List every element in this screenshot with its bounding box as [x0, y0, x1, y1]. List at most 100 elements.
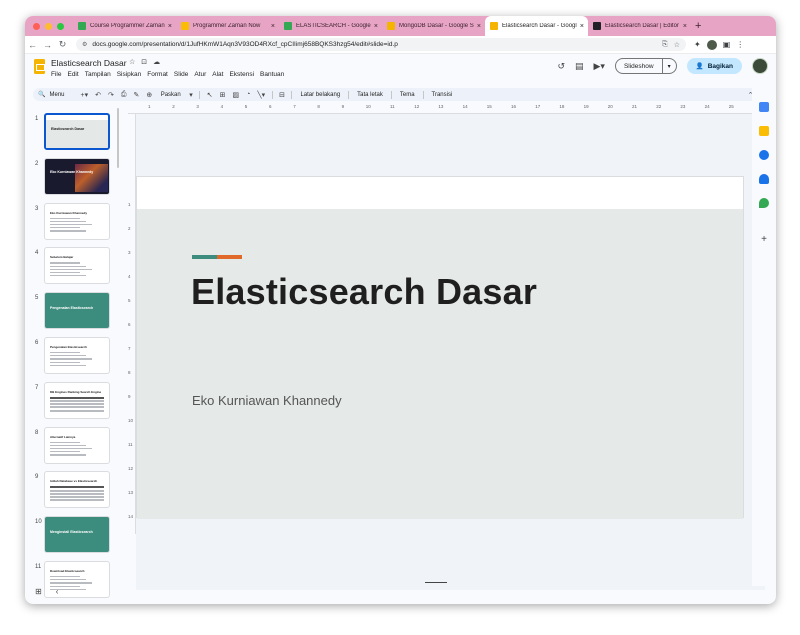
share-button[interactable]: 👤 Bagikan	[686, 58, 742, 74]
transition-button[interactable]: Transisi	[427, 92, 458, 98]
side-panel-icon[interactable]: ▣	[723, 40, 731, 49]
meet-icon[interactable]: ▶▾	[594, 61, 605, 72]
menu-item[interactable]: Ekstensi	[229, 71, 254, 78]
browser-tab[interactable]: Programmer Zaman Now ×	[176, 16, 279, 36]
print-icon[interactable]: ⎙	[117, 91, 130, 99]
extensions-icon[interactable]: ✦	[694, 40, 701, 49]
tab-close-icon[interactable]: ×	[477, 23, 481, 30]
document-title[interactable]: Elasticsearch Dasar	[51, 58, 127, 68]
menu-item[interactable]: File	[51, 71, 61, 78]
filmstrip-slide[interactable]: 8 Alternatif Lainnya	[25, 426, 125, 467]
slide-thumbnail[interactable]: Eko Kurniawan Khannedy	[44, 202, 110, 240]
browser-tab[interactable]: Elasticsearch Dasar - Google ×	[485, 16, 588, 36]
text-box-icon[interactable]: ⊞	[216, 91, 229, 99]
tab-close-icon[interactable]: ×	[168, 23, 172, 30]
tasks-icon[interactable]	[759, 150, 769, 160]
site-info-icon[interactable]: ⚙	[82, 41, 87, 48]
menu-item[interactable]: Edit	[67, 71, 78, 78]
zoom-select[interactable]: Paskan	[156, 92, 186, 98]
history-icon[interactable]: ↺	[557, 61, 565, 72]
tab-close-icon[interactable]: ×	[271, 23, 275, 30]
menu-item[interactable]: Sisipkan	[117, 71, 142, 78]
slide-thumbnail[interactable]: Pengenalan Elasticsearch	[44, 292, 110, 330]
profile-avatar-small[interactable]	[706, 39, 717, 50]
zoom-icon[interactable]: ⊕	[143, 91, 156, 99]
paint-format-icon[interactable]: ✎	[130, 91, 143, 99]
maximize-window-icon[interactable]	[57, 22, 64, 30]
comment-add-icon[interactable]: ⊟	[276, 91, 289, 99]
layout-button[interactable]: Tata letak	[352, 92, 388, 98]
tab-close-icon[interactable]: ×	[374, 23, 378, 30]
select-cursor-icon[interactable]: ↖	[203, 91, 216, 99]
slide[interactable]: Elasticsearch Dasar Eko Kurniawan Khanne…	[136, 176, 744, 519]
calendar-icon[interactable]	[759, 102, 769, 112]
filmstrip-slide[interactable]: 5 Pengenalan Elasticsearch	[25, 292, 125, 332]
slideshow-label[interactable]: Slideshow	[616, 59, 663, 73]
slides-logo-icon[interactable]	[34, 59, 45, 74]
new-tab-button[interactable]: +	[695, 20, 701, 32]
filmstrip-slide[interactable]: 3 Eko Kurniawan Khannedy	[25, 202, 125, 243]
image-icon[interactable]: ▨	[229, 91, 243, 99]
maps-icon[interactable]	[759, 198, 769, 208]
browser-tab[interactable]: Elasticsearch Dasar | Editor - Sc×	[588, 16, 691, 36]
browser-tab[interactable]: MongoDB Dasar - Google Slide×	[382, 16, 485, 36]
vertical-ruler[interactable]: 1 2 3 4 5 6 7 8 9 10 11 12 13 14	[125, 114, 136, 534]
menu-item[interactable]: Slide	[174, 71, 188, 78]
tab-close-icon[interactable]: ×	[683, 23, 687, 30]
get-addons-icon[interactable]: +	[761, 234, 767, 245]
filmstrip-scrollbar[interactable]	[117, 108, 119, 168]
line-icon[interactable]: ╲▾	[254, 91, 269, 99]
menu-item[interactable]: Alat	[212, 71, 223, 78]
contacts-icon[interactable]	[759, 174, 769, 184]
speaker-notes-handle[interactable]	[425, 582, 447, 583]
install-icon[interactable]: ⎘	[662, 41, 668, 49]
menu-item[interactable]: Format	[147, 71, 168, 78]
menu-item[interactable]: Bantuan	[260, 71, 284, 78]
slide-thumbnail[interactable]: Pengenalan Elasticsearch	[44, 337, 110, 374]
collapse-filmstrip-icon[interactable]: ‹	[56, 587, 59, 596]
slide-thumbnail[interactable]: Alternatif Lainnya	[44, 426, 110, 464]
close-window-icon[interactable]	[33, 22, 40, 30]
browser-tab[interactable]: ELASTICSEARCH - Google Dri×	[279, 16, 382, 36]
filmstrip-slide[interactable]: 1 Elasticsearch Dasar	[25, 113, 125, 153]
browser-menu-icon[interactable]: ⋮	[736, 40, 744, 49]
menu-item[interactable]: Tampilan	[85, 71, 111, 78]
menu-item[interactable]: Atur	[194, 71, 206, 78]
filmstrip-slide[interactable]: 9 Istilah Database vs Elasticsearch	[25, 471, 125, 511]
menu-search[interactable]: 🔍 Menu	[33, 91, 77, 99]
star-icon[interactable]: ☆	[129, 58, 135, 66]
chevron-down-icon[interactable]: ▾	[663, 63, 676, 70]
filmstrip-slide[interactable]: 7 DB Engines Ranking Search Engine	[25, 381, 125, 422]
move-folder-icon[interactable]: ⊡	[141, 58, 147, 66]
browser-tab[interactable]: Course Programmer Zaman No×	[73, 16, 176, 36]
back-icon[interactable]: ←	[25, 40, 40, 50]
slide-thumbnail[interactable]: Istilah Database vs Elasticsearch	[44, 471, 110, 509]
address-bar[interactable]: ⚙ docs.google.com/presentation/d/1JufHKm…	[76, 38, 686, 51]
zoom-chevron-icon[interactable]: ▾	[186, 91, 197, 99]
horizontal-ruler[interactable]: 1 2 3 4 5 6 7 8 9 10 11 12 13 14 15 16 17 18 19 20 21 22 23 24 2…	[128, 102, 765, 114]
slide-thumbnail[interactable]: Elasticsearch Dasar	[44, 113, 110, 150]
new-slide-icon[interactable]: +▾	[77, 91, 92, 99]
background-button[interactable]: Latar belakang	[295, 92, 345, 98]
forward-icon[interactable]: →	[40, 40, 55, 50]
redo-icon[interactable]: ↷	[104, 91, 117, 99]
reload-icon[interactable]: ↻	[55, 39, 70, 50]
filmstrip-slide[interactable]: 2 Eko Kurniawan Khannedy	[25, 157, 125, 198]
grid-view-icon[interactable]: ⊞	[35, 587, 42, 596]
slide-thumbnail[interactable]: Menginstall Elasticsearch	[44, 516, 110, 554]
cloud-status-icon[interactable]: ☁	[153, 58, 160, 66]
slide-subtitle[interactable]: Eko Kurniawan Khannedy	[192, 393, 342, 408]
account-avatar[interactable]	[752, 58, 768, 74]
filmstrip-slide[interactable]: 6 Pengenalan Elasticsearch	[25, 337, 125, 377]
slide-thumbnail[interactable]: Sebelum Belajar	[44, 247, 110, 285]
bookmark-star-icon[interactable]: ☆	[674, 41, 680, 49]
keep-icon[interactable]	[759, 126, 769, 136]
filmstrip-slide[interactable]: 4 Sebelum Belajar	[25, 247, 125, 287]
slide-thumbnail[interactable]: Eko Kurniawan Khannedy	[44, 157, 110, 195]
filmstrip-slide[interactable]: 10 Menginstall Elasticsearch	[25, 516, 125, 556]
slide-thumbnail[interactable]: DB Engines Ranking Search Engine	[44, 381, 110, 419]
tab-close-icon[interactable]: ×	[580, 23, 584, 30]
slide-title[interactable]: Elasticsearch Dasar	[191, 271, 537, 313]
comments-icon[interactable]: ▤	[575, 61, 584, 72]
shape-icon[interactable]: ◔	[243, 91, 254, 98]
